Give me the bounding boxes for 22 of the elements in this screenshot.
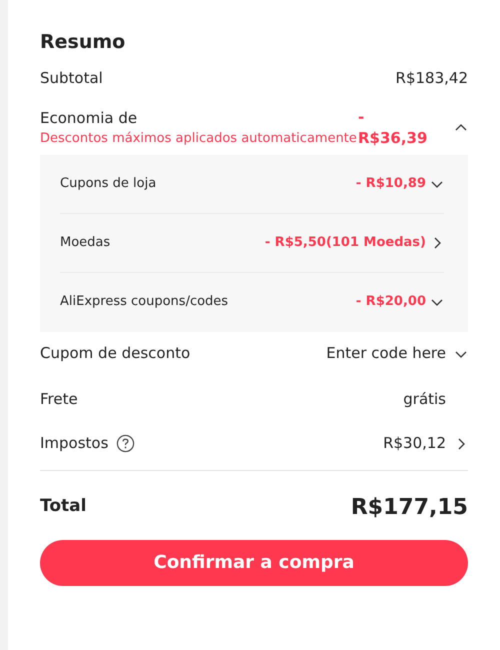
savings-note: Descontos máximos aplicados automaticamente xyxy=(40,130,357,148)
discount-label: AliExpress coupons/codes xyxy=(60,293,228,312)
subtotal-value: R$183,42 xyxy=(396,68,468,90)
total-label: Total xyxy=(40,495,86,518)
shipping-label: Frete xyxy=(40,389,78,410)
taxes-value: R$30,12 xyxy=(383,433,446,454)
savings-label: Economia de xyxy=(40,108,138,130)
help-icon[interactable] xyxy=(116,434,136,453)
summary-title: Resumo xyxy=(40,30,126,55)
discount-value: - R$10,89 xyxy=(356,174,426,193)
discount-value: - R$5,50(101 Moedas) xyxy=(264,234,426,252)
taxes-label: Impostos xyxy=(40,433,108,454)
discount-label: Moedas xyxy=(60,234,110,252)
discount-label: Cupons de loja xyxy=(60,174,156,193)
total-value: R$177,15 xyxy=(350,494,468,522)
savings-value: - R$36,39 xyxy=(358,106,428,148)
shipping-value: grátis xyxy=(403,389,446,410)
confirm-purchase-button[interactable]: Confirmar a compra xyxy=(40,540,468,586)
discount-value: - R$20,00 xyxy=(356,293,426,312)
coupon-label: Cupom de desconto xyxy=(40,343,190,364)
subtotal-label: Subtotal xyxy=(40,68,103,90)
coupon-code-text: Enter code here xyxy=(326,343,446,364)
